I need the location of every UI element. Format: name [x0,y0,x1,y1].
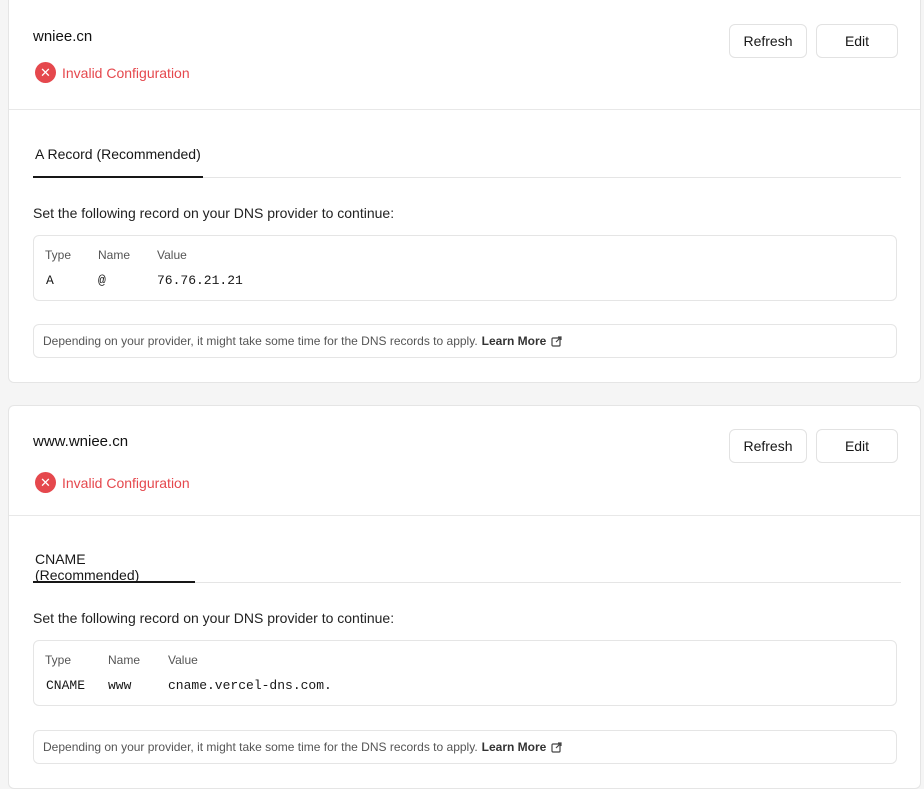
record-type-header: Type [45,653,72,667]
domain-name: www.wniee.cn [33,433,129,450]
record-type-value: A [46,273,54,288]
refresh-button[interactable]: Refresh [729,429,807,463]
domain-card: wniee.cn ✕ Invalid Configuration Refresh… [8,0,921,383]
note-text: Depending on your provider, it might tak… [43,334,478,348]
learn-more-label: Learn More [481,740,547,754]
propagation-note: Depending on your provider, it might tak… [33,324,897,358]
learn-more-link[interactable]: Learn More [482,334,563,348]
record-value-header: Value [168,653,198,667]
dns-record-table: Type Name Value CNAME www cname.vercel-d… [33,640,897,706]
record-value: 76.76.21.21 [157,273,243,288]
propagation-note: Depending on your provider, it might tak… [33,730,897,764]
domain-name: wniee.cn [33,28,93,45]
edit-button[interactable]: Edit [816,429,898,463]
dns-record-table: Type Name Value A @ 76.76.21.21 [33,235,897,301]
status-badge: ✕ Invalid Configuration [35,62,190,83]
record-tabs: A Record (Recommended) [33,137,901,178]
record-type-value: CNAME [46,678,86,693]
status-text: Invalid Configuration [62,474,190,491]
x-circle-icon: ✕ [35,62,56,83]
domain-card: www.wniee.cn ✕ Invalid Configuration Ref… [8,405,921,789]
record-name-value: www [108,678,132,693]
refresh-button[interactable]: Refresh [729,24,807,58]
x-circle-icon: ✕ [35,472,56,493]
tab-cname[interactable]: CNAME (Recommended) [33,542,195,583]
record-tabs: CNAME (Recommended) [33,542,901,583]
record-value: cname.vercel-dns.com. [168,678,332,693]
record-value-header: Value [157,248,187,262]
record-name-header: Name [108,653,141,667]
domain-card-header: wniee.cn ✕ Invalid Configuration Refresh… [9,0,920,110]
record-name-header: Name [98,248,131,262]
learn-more-link[interactable]: Learn More [482,740,563,754]
note-text: Depending on your provider, it might tak… [43,740,478,754]
instruction-text: Set the following record on your DNS pro… [33,610,395,626]
record-name-value: @ [98,273,106,288]
external-link-icon [551,741,562,753]
edit-button[interactable]: Edit [816,24,898,58]
instruction-text: Set the following record on your DNS pro… [33,205,395,221]
status-badge: ✕ Invalid Configuration [35,472,190,493]
record-type-header: Type [45,248,72,262]
status-text: Invalid Configuration [62,64,190,81]
tab-a-record[interactable]: A Record (Recommended) [33,137,203,178]
external-link-icon [551,335,562,347]
domain-card-header: www.wniee.cn ✕ Invalid Configuration Ref… [9,406,920,516]
learn-more-label: Learn More [481,334,547,348]
